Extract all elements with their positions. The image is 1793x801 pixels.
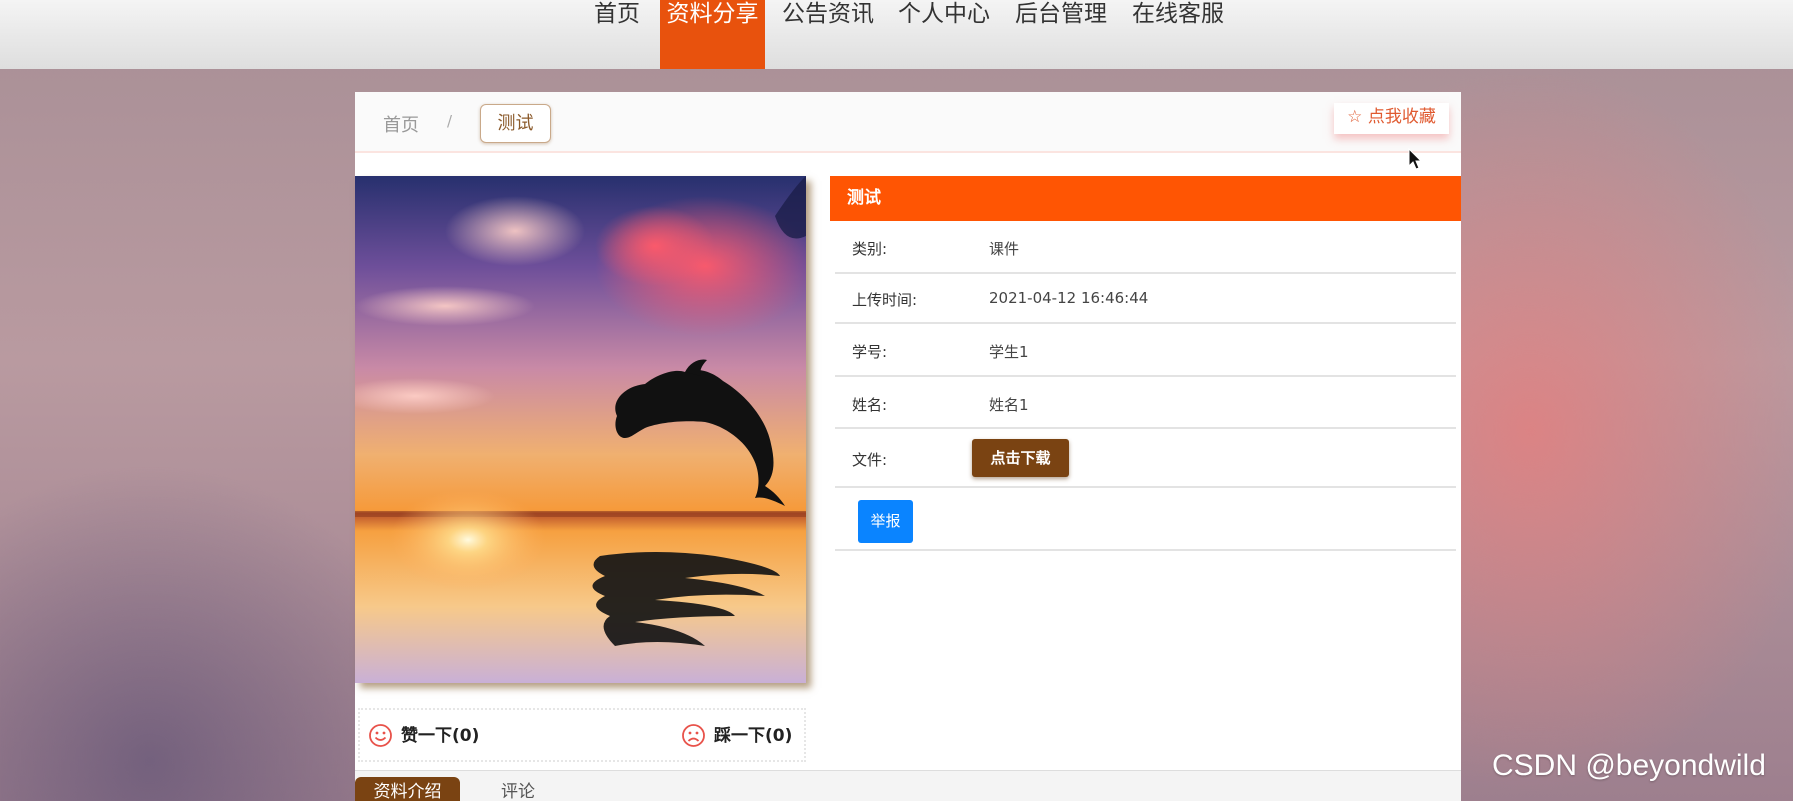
- field-row-category: 类别: 课件: [835, 221, 1456, 274]
- nav-item-personal-center[interactable]: 个人中心: [898, 0, 990, 69]
- material-title: 测试: [830, 176, 1461, 221]
- breadcrumb-home-link[interactable]: 首页: [383, 111, 419, 137]
- field-value: 2021-04-12 16:46:44: [989, 289, 1149, 307]
- dislike-label: 踩一下(0): [714, 726, 793, 746]
- like-button[interactable]: 赞一下(0): [368, 723, 479, 749]
- nav-item-online-service[interactable]: 在线客服: [1132, 0, 1224, 69]
- field-label: 类别:: [852, 240, 888, 258]
- field-row-upload-time: 上传时间: 2021-04-12 16:46:44: [835, 274, 1456, 324]
- download-button[interactable]: 点击下载: [972, 439, 1069, 477]
- field-row-student-id: 学号: 学生1: [835, 324, 1456, 377]
- dolphin-sunset-illustration: [355, 176, 806, 683]
- tab-material-intro[interactable]: 资料介绍: [355, 777, 460, 801]
- nav-item-announcements[interactable]: 公告资讯: [782, 0, 874, 69]
- nav-item-home[interactable]: 首页: [594, 0, 640, 69]
- smile-face-icon: [369, 724, 392, 747]
- field-label: 姓名:: [852, 396, 888, 414]
- material-detail-card: 首页 / 测试 ☆ 点我收藏 赞一下(0) 踩一下(0) 测试 类别: 课件 上…: [355, 92, 1461, 801]
- field-label: 文件:: [852, 451, 888, 469]
- field-value: 课件: [989, 240, 1020, 258]
- like-label: 赞一下(0): [401, 726, 480, 746]
- star-outline-icon: ☆: [1347, 107, 1363, 127]
- watermark: CSDN @beyondwild: [1492, 749, 1766, 782]
- field-value: 姓名1: [989, 396, 1029, 414]
- field-row-file: 文件: 点击下载: [835, 429, 1456, 488]
- tab-comments[interactable]: 评论: [501, 777, 535, 801]
- field-value: 学生1: [989, 343, 1029, 361]
- field-row-name: 姓名: 姓名1: [835, 377, 1456, 429]
- detail-tabs: 资料介绍 评论: [355, 770, 1461, 801]
- dislike-button[interactable]: 踩一下(0): [681, 723, 792, 749]
- report-button[interactable]: 举报: [858, 500, 913, 543]
- breadcrumb: 首页 / 测试 ☆ 点我收藏: [355, 92, 1461, 153]
- mouse-cursor-icon: [1408, 148, 1423, 170]
- material-cover-image: [355, 176, 806, 683]
- field-label: 上传时间:: [852, 291, 918, 309]
- report-row: 举报: [835, 488, 1456, 551]
- favorite-button[interactable]: ☆ 点我收藏: [1334, 103, 1449, 134]
- nav-item-admin[interactable]: 后台管理: [1015, 0, 1107, 69]
- breadcrumb-separator: /: [447, 112, 453, 130]
- field-label: 学号:: [852, 343, 888, 361]
- breadcrumb-current: 测试: [480, 104, 551, 143]
- vote-box: 赞一下(0) 踩一下(0): [358, 708, 806, 762]
- sad-face-icon: [682, 724, 705, 747]
- favorite-label: 点我收藏: [1367, 107, 1436, 127]
- nav-item-material-share[interactable]: 资料分享: [660, 0, 765, 69]
- top-navigation: 首页 资料分享 公告资讯 个人中心 后台管理 在线客服: [0, 0, 1793, 69]
